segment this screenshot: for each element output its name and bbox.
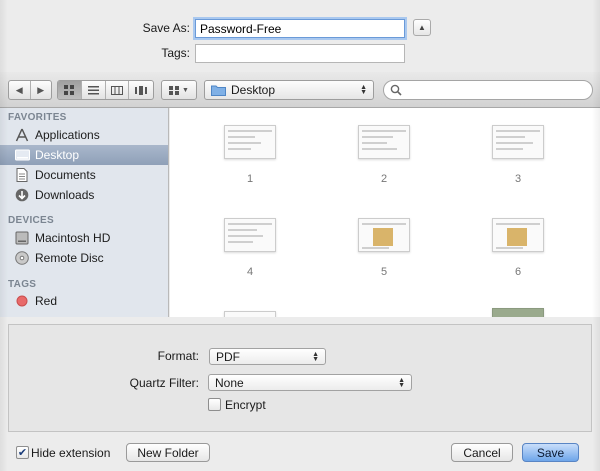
- cover-flow-button[interactable]: [129, 81, 153, 99]
- forward-button[interactable]: ▶: [31, 81, 52, 99]
- cancel-button[interactable]: Cancel: [451, 443, 513, 462]
- sidebar-item-label: Desktop: [35, 148, 80, 162]
- options-panel: Format: PDF ▲ ▼ Quartz Filter: None ▲ ▼ En…: [8, 324, 592, 432]
- hide-extension-checkbox[interactable]: ✔: [16, 446, 29, 459]
- applications-icon: [14, 127, 30, 143]
- sidebar-item-label: Remote Disc: [35, 251, 104, 265]
- disc-icon: [14, 250, 30, 266]
- location-label: Desktop: [231, 83, 276, 97]
- sidebar-item-applications[interactable]: Applications: [0, 125, 168, 145]
- save-as-label: Save As:: [142, 21, 190, 35]
- list-view-icon: [87, 85, 99, 94]
- window-shadow-left: [0, 0, 8, 471]
- file-browser-grid: 1 2 3 4 5 6: [170, 108, 600, 317]
- file-thumbnail[interactable]: [492, 308, 544, 317]
- documents-icon: [14, 167, 30, 183]
- file-thumbnail[interactable]: [358, 125, 410, 159]
- quartz-filter-select[interactable]: None ▲ ▼: [208, 374, 412, 391]
- new-folder-button[interactable]: New Folder: [126, 443, 210, 462]
- red-tag-dot-icon: [14, 293, 30, 309]
- search-input[interactable]: [406, 83, 586, 97]
- updown-arrows-icon: ▲ ▼: [312, 350, 319, 363]
- back-arrow-icon: ◀: [15, 84, 23, 95]
- search-icon: [390, 84, 402, 96]
- updown-arrows-icon: ▲ ▼: [398, 376, 405, 389]
- quartz-filter-label: Quartz Filter:: [129, 376, 199, 390]
- file-label[interactable]: 6: [492, 266, 544, 278]
- sidebar-item-label: Downloads: [35, 188, 95, 202]
- back-button[interactable]: ◀: [9, 81, 31, 99]
- location-popup[interactable]: Desktop ▲ ▼: [204, 80, 374, 100]
- format-label: Format:: [157, 349, 199, 363]
- encrypt-checkbox[interactable]: [208, 398, 221, 411]
- sidebar-item-label: Applications: [35, 128, 100, 142]
- hide-extension-label: Hide extension: [31, 446, 111, 460]
- save-button[interactable]: Save: [522, 443, 579, 462]
- sidebar: FAVORITES Applications Desktop Documents…: [0, 108, 169, 317]
- save-as-field[interactable]: [195, 19, 405, 38]
- sidebar-item-desktop[interactable]: Desktop: [0, 145, 168, 165]
- view-mode-control: [57, 80, 154, 100]
- encrypt-label: Encrypt: [225, 398, 266, 412]
- sidebar-item-tag-red[interactable]: Red: [0, 291, 168, 311]
- file-thumbnail[interactable]: [358, 218, 410, 252]
- sidebar-item-downloads[interactable]: Downloads: [0, 185, 168, 205]
- sidebar-item-label: Red: [35, 294, 58, 308]
- icon-view-button[interactable]: [58, 81, 82, 99]
- nav-buttons: ◀ ▶: [8, 80, 52, 100]
- file-label[interactable]: 2: [358, 173, 410, 185]
- checkmark-icon: ✔: [17, 447, 28, 459]
- column-view-icon: [110, 85, 123, 95]
- column-view-button[interactable]: [106, 81, 130, 99]
- file-label[interactable]: 5: [358, 266, 410, 278]
- file-label[interactable]: 1: [224, 173, 276, 185]
- updown-arrows-icon: ▲ ▼: [360, 84, 367, 96]
- tags-field[interactable]: [195, 44, 405, 63]
- format-select[interactable]: PDF ▲ ▼: [209, 348, 326, 365]
- tags-label: Tags:: [161, 46, 190, 60]
- favorites-header: FAVORITES: [8, 112, 67, 123]
- desktop-icon: [14, 147, 30, 163]
- downloads-icon: [14, 187, 30, 203]
- file-thumbnail[interactable]: [224, 125, 276, 159]
- file-thumbnail[interactable]: [492, 125, 544, 159]
- file-thumbnail[interactable]: [492, 218, 544, 252]
- devices-header: DEVICES: [8, 215, 55, 226]
- file-thumbnail[interactable]: [224, 311, 276, 317]
- triangle-up-icon: ▲: [418, 23, 426, 32]
- arrange-grid-icon: [169, 85, 180, 95]
- sidebar-item-label: Documents: [35, 168, 96, 182]
- tags-header: TAGS: [8, 279, 37, 290]
- hard-drive-icon: [14, 230, 30, 246]
- forward-arrow-icon: ▶: [37, 84, 45, 95]
- sidebar-item-documents[interactable]: Documents: [0, 165, 168, 185]
- save-dialog: Save As: ▲ Tags: ◀ ▶: [0, 0, 600, 471]
- sidebar-item-label: Macintosh HD: [35, 231, 111, 245]
- arrange-button[interactable]: ▼: [161, 80, 197, 100]
- window-shadow-right: [592, 0, 600, 471]
- list-view-button[interactable]: [82, 81, 106, 99]
- arrange-cell: ▼: [162, 81, 196, 99]
- search-field[interactable]: [383, 80, 593, 100]
- chevron-down-icon: ▼: [182, 86, 189, 94]
- sidebar-item-macintosh-hd[interactable]: Macintosh HD: [0, 228, 168, 248]
- format-value: PDF: [216, 349, 240, 364]
- save-as-header: Save As: ▲ Tags:: [0, 0, 600, 72]
- cover-flow-icon: [135, 85, 148, 95]
- quartz-filter-value: None: [215, 375, 244, 390]
- sidebar-item-remote-disc[interactable]: Remote Disc: [0, 248, 168, 268]
- file-label[interactable]: 4: [224, 266, 276, 278]
- toolbar: ◀ ▶ ▼ Desktop ▲ ▼: [0, 72, 600, 108]
- folder-icon: [211, 85, 226, 96]
- file-thumbnail[interactable]: [224, 218, 276, 252]
- icon-view-icon: [63, 85, 74, 95]
- file-label[interactable]: 3: [492, 173, 544, 185]
- expand-toggle-button[interactable]: ▲: [413, 19, 431, 36]
